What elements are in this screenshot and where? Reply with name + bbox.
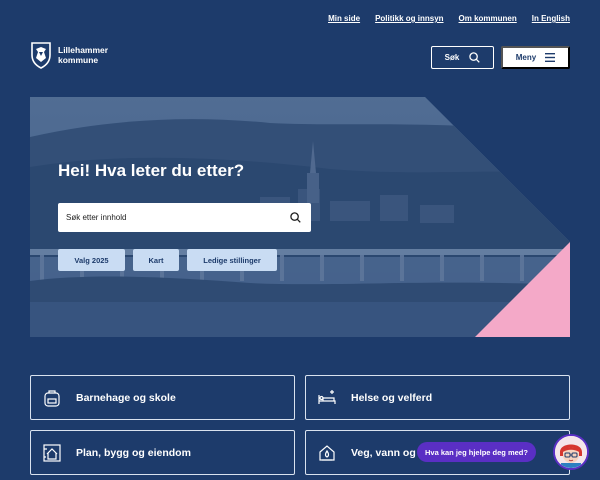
search-icon[interactable] bbox=[290, 212, 301, 223]
chat-prompt-bubble[interactable]: Hva kan jeg hjelpe deg med? bbox=[417, 442, 536, 462]
link-min-side[interactable]: Min side bbox=[328, 14, 360, 23]
quick-link-valg-2025[interactable]: Valg 2025 bbox=[58, 249, 125, 271]
utility-nav: Min side Politikk og innsyn Om kommunen … bbox=[328, 14, 570, 23]
search-button-label: Søk bbox=[444, 53, 460, 62]
quick-links: Valg 2025 Kart Ledige stillinger bbox=[58, 249, 277, 271]
hero-heading: Hei! Hva leter du etter? bbox=[58, 161, 245, 180]
chat-assistant-avatar[interactable] bbox=[553, 434, 589, 470]
hero-banner: Hei! Hva leter du etter? Søk etter innho… bbox=[30, 97, 570, 337]
link-om-kommunen[interactable]: Om kommunen bbox=[459, 14, 517, 23]
menu-button[interactable]: Meny bbox=[501, 46, 570, 69]
coat-of-arms-icon bbox=[31, 42, 51, 69]
category-plan-bygg-og-eiendom[interactable]: Plan, bygg og eiendom bbox=[30, 430, 295, 475]
hero-search-input[interactable]: Søk etter innhold bbox=[58, 203, 311, 232]
hero-search-placeholder: Søk etter innhold bbox=[66, 213, 127, 222]
logo-wordmark: Lillehammer kommune bbox=[58, 45, 108, 65]
category-helse-og-velferd[interactable]: Helse og velferd bbox=[305, 375, 570, 420]
bed-icon bbox=[316, 387, 338, 409]
backpack-icon bbox=[41, 387, 63, 409]
assistant-face-icon bbox=[555, 436, 587, 468]
link-in-english[interactable]: In English bbox=[532, 14, 570, 23]
quick-link-ledige-stillinger[interactable]: Ledige stillinger bbox=[187, 249, 277, 271]
hamburger-icon bbox=[545, 53, 556, 62]
category-label: Veg, vann og bbox=[351, 446, 416, 459]
search-button[interactable]: Søk bbox=[431, 46, 494, 69]
search-icon bbox=[469, 52, 481, 63]
quick-link-kart[interactable]: Kart bbox=[133, 249, 179, 271]
site-logo[interactable]: Lillehammer kommune bbox=[30, 41, 108, 69]
menu-button-label: Meny bbox=[515, 53, 537, 62]
house-plan-icon bbox=[41, 442, 63, 464]
link-politikk-og-innsyn[interactable]: Politikk og innsyn bbox=[375, 14, 443, 23]
category-barnehage-og-skole[interactable]: Barnehage og skole bbox=[30, 375, 295, 420]
logo-line-1: Lillehammer bbox=[58, 45, 109, 55]
water-house-icon bbox=[316, 442, 338, 464]
category-label: Barnehage og skole bbox=[76, 391, 176, 404]
logo-line-2: kommune bbox=[58, 55, 99, 65]
category-label: Plan, bygg og eiendom bbox=[76, 446, 191, 459]
category-label: Helse og velferd bbox=[351, 391, 433, 404]
